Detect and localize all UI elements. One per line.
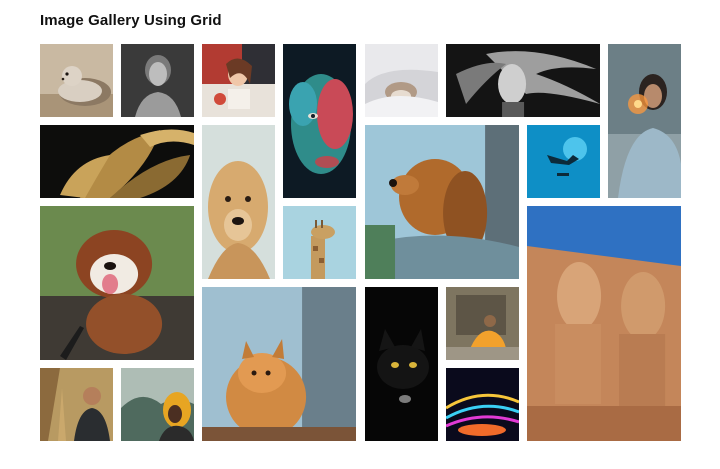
gallery-image-giraffe[interactable] (283, 206, 357, 279)
image-gallery-grid (40, 44, 681, 441)
gallery-image-hooded-person[interactable] (121, 368, 195, 441)
gallery-image-painted-face[interactable] (283, 44, 357, 198)
gallery-image-carnival-ride[interactable] (445, 368, 519, 441)
gallery-image-fluffy-puppy[interactable] (40, 206, 195, 360)
gallery-image-man-with-plants[interactable] (40, 368, 113, 441)
gallery-image-cat-in-blanket[interactable] (364, 44, 438, 117)
gallery-image-golden-leaves[interactable] (40, 125, 195, 198)
gallery-image-egyptian-statues[interactable] (526, 206, 681, 441)
gallery-image-monk[interactable] (445, 287, 519, 360)
gallery-image-golden-retriever[interactable] (202, 125, 276, 279)
gallery-image-orange-cat[interactable] (202, 287, 357, 441)
gallery-image-seal[interactable] (40, 44, 113, 117)
gallery-image-dog-in-car[interactable] (364, 125, 519, 279)
gallery-image-woman-eating[interactable] (202, 44, 276, 117)
page-title: Image Gallery Using Grid (40, 12, 222, 29)
gallery-image-scuba-diver[interactable] (526, 125, 600, 198)
gallery-image-woman-portrait-bw[interactable] (121, 44, 195, 117)
gallery-image-woman-sparkler[interactable] (607, 44, 681, 198)
gallery-image-black-cat[interactable] (364, 287, 438, 441)
gallery-image-woman-windblown-hair-bw[interactable] (445, 44, 600, 117)
